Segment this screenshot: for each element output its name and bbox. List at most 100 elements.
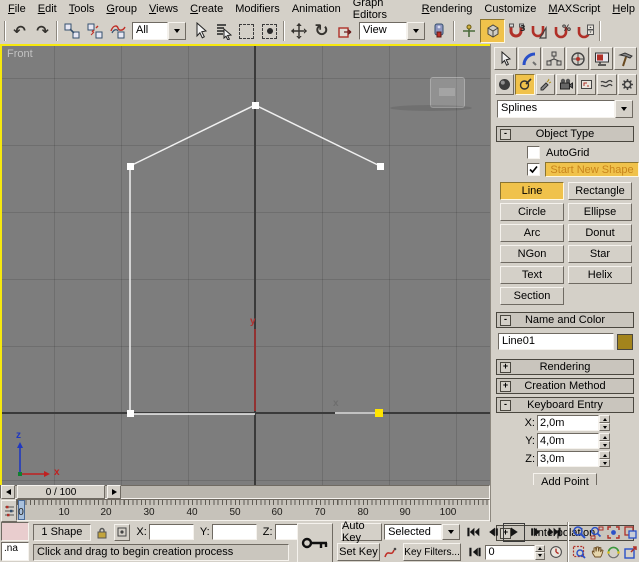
transform-x-input[interactable]	[149, 524, 194, 540]
dropdown-arrow-icon[interactable]	[615, 100, 633, 118]
ngon-button[interactable]: NGon	[500, 245, 564, 263]
undo-icon[interactable]: ↶	[8, 20, 31, 42]
select-and-scale-icon[interactable]	[333, 20, 356, 42]
start-new-shape-button[interactable]: Start New Shape	[545, 162, 639, 177]
line-button[interactable]: Line	[500, 182, 564, 200]
menu-rendering[interactable]: Rendering	[416, 2, 479, 17]
category-lights-icon[interactable]	[536, 74, 555, 95]
redo-icon[interactable]: ↷	[31, 20, 54, 42]
menu-views[interactable]: Views	[143, 2, 184, 17]
zoom-icon[interactable]	[571, 524, 588, 541]
category-geometry-icon[interactable]	[495, 74, 514, 95]
snaps-toggle-icon[interactable]	[480, 19, 505, 43]
time-configuration-icon[interactable]	[547, 544, 565, 561]
zoom-all-icon[interactable]	[588, 524, 605, 541]
spline-type-dropdown[interactable]: Splines	[497, 100, 633, 118]
menu-tools[interactable]: Tools	[63, 2, 101, 17]
menu-modifiers[interactable]: Modifiers	[229, 2, 286, 17]
rollout-rendering[interactable]: + Rendering	[496, 359, 634, 375]
category-shapes-icon[interactable]	[515, 74, 534, 95]
frame-spinner[interactable]	[535, 545, 546, 560]
default-in-out-tangents-icon[interactable]	[382, 544, 400, 561]
snap-3d-icon[interactable]: 3	[505, 20, 528, 42]
category-space-warps-icon[interactable]	[597, 74, 616, 95]
start-new-shape-checkbox[interactable]	[527, 163, 540, 176]
dropdown-arrow-icon[interactable]	[407, 22, 425, 40]
z-coordinate-input[interactable]: 3,0m	[537, 451, 599, 467]
pan-hand-icon[interactable]	[588, 544, 605, 561]
min-max-toggle-icon[interactable]	[622, 544, 639, 561]
rollout-expand-icon[interactable]: +	[500, 381, 511, 392]
use-pivot-center-icon[interactable]	[428, 20, 451, 42]
tab-create[interactable]	[494, 47, 517, 70]
set-key-button[interactable]: Set Key	[337, 543, 380, 561]
select-and-link-icon[interactable]	[60, 20, 83, 42]
open-mini-curve-editor-button[interactable]	[1, 500, 17, 522]
rollout-collapse-icon[interactable]: -	[500, 129, 511, 140]
category-helpers-icon[interactable]	[577, 74, 596, 95]
helix-button[interactable]: Helix	[568, 266, 632, 284]
section-button[interactable]: Section	[500, 287, 564, 305]
dropdown-arrow-icon[interactable]	[168, 22, 186, 40]
rollout-name-and-color[interactable]: - Name and Color	[496, 312, 634, 328]
bind-to-space-warp-icon[interactable]	[106, 20, 129, 42]
rollout-object-type[interactable]: - Object Type	[496, 126, 634, 142]
menu-create[interactable]: Create	[184, 2, 229, 17]
select-and-move-icon[interactable]	[287, 20, 310, 42]
arc-button[interactable]: Arc	[500, 224, 564, 242]
menu-customize[interactable]: Customize	[478, 2, 542, 17]
rollout-collapse-icon[interactable]: -	[500, 400, 511, 411]
reference-coordinate-dropdown[interactable]: View	[359, 22, 425, 40]
current-frame-input[interactable]: 0	[485, 545, 534, 560]
star-button[interactable]: Star	[568, 245, 632, 263]
selection-filter-dropdown[interactable]: All	[132, 22, 186, 40]
previous-frame-icon[interactable]	[483, 524, 503, 541]
object-name-input[interactable]: Line01	[498, 333, 614, 350]
category-systems-icon[interactable]	[618, 74, 637, 95]
percent-snap-icon[interactable]: %	[551, 20, 574, 42]
autogrid-checkbox[interactable]	[527, 146, 540, 159]
selection-lock-icon[interactable]	[94, 524, 111, 541]
dropdown-arrow-icon[interactable]	[442, 524, 460, 540]
track-bar[interactable]: 0 10 20 30 40 50 60 70 80 90 100	[16, 499, 490, 521]
play-animation-icon[interactable]	[503, 523, 525, 542]
y-spinner[interactable]	[599, 433, 610, 449]
donut-button[interactable]: Donut	[568, 224, 632, 242]
key-selection-dropdown[interactable]: Selected	[384, 524, 460, 540]
zoom-extents-icon[interactable]	[605, 524, 622, 541]
circle-button[interactable]: Circle	[500, 203, 564, 221]
menu-maxscript[interactable]: MAXScript	[542, 2, 606, 17]
category-cameras-icon[interactable]	[556, 74, 575, 95]
menu-group[interactable]: Group	[100, 2, 143, 17]
ellipse-button[interactable]: Ellipse	[568, 203, 632, 221]
time-slider-handle[interactable]: 0 / 100	[17, 485, 105, 499]
tab-utilities[interactable]	[614, 47, 637, 70]
key-mode-toggle-icon[interactable]	[465, 544, 485, 561]
arc-rotate-icon[interactable]	[605, 544, 622, 561]
time-slider-right-arrow[interactable]	[107, 485, 121, 499]
viewport-label[interactable]: Front	[7, 48, 33, 60]
rollout-keyboard-entry[interactable]: - Keyboard Entry	[496, 397, 634, 413]
go-to-start-icon[interactable]	[463, 524, 483, 541]
next-frame-icon[interactable]	[525, 524, 545, 541]
tab-hierarchy[interactable]	[542, 47, 565, 70]
absolute-offset-toggle-icon[interactable]	[114, 524, 131, 541]
y-coordinate-input[interactable]: 4,0m	[537, 433, 599, 449]
tab-motion[interactable]	[566, 47, 589, 70]
select-and-manipulate-icon[interactable]	[457, 20, 480, 42]
select-and-rotate-icon[interactable]: ↻	[310, 20, 333, 42]
rectangle-button[interactable]: Rectangle	[568, 182, 632, 200]
key-filters-button[interactable]: Key Filters...	[403, 543, 462, 561]
angle-snap-icon[interactable]	[528, 20, 551, 42]
window-crossing-icon[interactable]	[258, 20, 281, 42]
rollout-collapse-icon[interactable]: -	[500, 315, 511, 326]
tab-modify[interactable]	[518, 47, 541, 70]
time-slider-left-arrow[interactable]	[1, 485, 15, 499]
menu-file[interactable]: File	[2, 2, 32, 17]
select-by-name-icon[interactable]	[212, 20, 235, 42]
zoom-extents-all-icon[interactable]	[622, 524, 639, 541]
region-zoom-icon[interactable]	[571, 544, 588, 561]
time-slider-track[interactable]: 0 / 100	[0, 485, 490, 499]
tab-display[interactable]	[590, 47, 613, 70]
select-object-icon[interactable]	[189, 20, 212, 42]
